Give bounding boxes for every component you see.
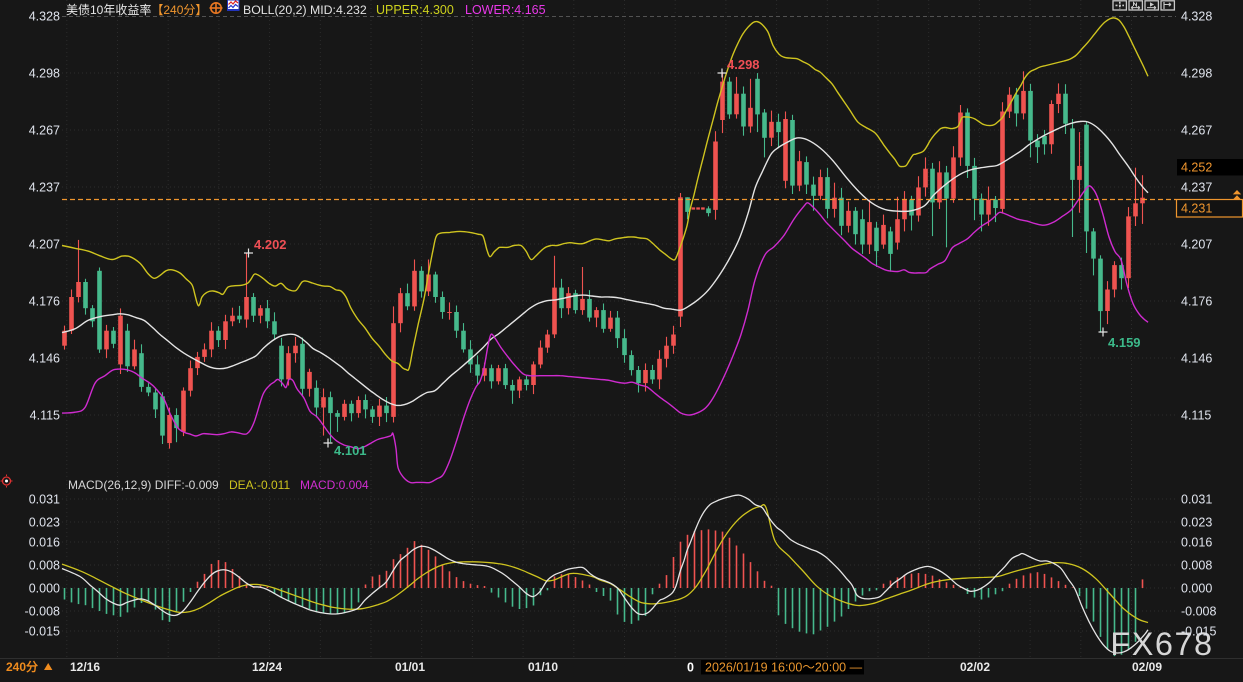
svg-text:12/24: 12/24 xyxy=(252,660,282,674)
svg-text:0.000: 0.000 xyxy=(29,582,60,596)
svg-text:MACD:0.004: MACD:0.004 xyxy=(300,478,369,492)
svg-text:-0.008: -0.008 xyxy=(25,605,60,619)
svg-text:0.000: 0.000 xyxy=(1181,582,1212,596)
svg-text:4.298: 4.298 xyxy=(1181,67,1212,81)
svg-text:2026/01/19 16:00～20:00 —: 2026/01/19 16:00～20:00 — xyxy=(705,661,863,675)
svg-text:-0.015: -0.015 xyxy=(25,625,60,639)
svg-text:0: 0 xyxy=(687,661,694,675)
svg-text:4.115: 4.115 xyxy=(30,409,60,423)
svg-text:0.031: 0.031 xyxy=(29,493,60,507)
svg-text:-0.008: -0.008 xyxy=(1181,605,1216,619)
svg-text:4.176: 4.176 xyxy=(29,295,60,309)
svg-text:4.202: 4.202 xyxy=(254,237,287,252)
svg-text:0.008: 0.008 xyxy=(1181,559,1212,573)
svg-text:4.146: 4.146 xyxy=(29,352,60,366)
svg-text:4.237: 4.237 xyxy=(1181,181,1212,195)
svg-text:4.207: 4.207 xyxy=(29,238,60,252)
svg-text:0.023: 0.023 xyxy=(29,516,60,530)
svg-text:美债10年收益率【240分】: 美债10年收益率【240分】 xyxy=(66,2,207,17)
svg-text:4.328: 4.328 xyxy=(29,10,60,24)
svg-text:UPPER:4.300: UPPER:4.300 xyxy=(376,3,454,17)
svg-text:4.231: 4.231 xyxy=(1181,202,1212,216)
svg-text:4.159: 4.159 xyxy=(1108,335,1141,350)
svg-text:MACD(26,12,9) DIFF:-0.009: MACD(26,12,9) DIFF:-0.009 xyxy=(68,478,219,492)
svg-text:4.328: 4.328 xyxy=(1181,10,1212,24)
svg-text:4.115: 4.115 xyxy=(1181,409,1211,423)
svg-text:4.267: 4.267 xyxy=(1181,124,1212,138)
svg-text:4.252: 4.252 xyxy=(1181,161,1212,175)
svg-text:4.298: 4.298 xyxy=(29,67,60,81)
svg-text:4.207: 4.207 xyxy=(1181,238,1212,252)
svg-text:4.298: 4.298 xyxy=(727,57,760,72)
svg-text:4.237: 4.237 xyxy=(29,181,60,195)
svg-text:DEA:-0.011: DEA:-0.011 xyxy=(229,478,290,492)
svg-text:02/09: 02/09 xyxy=(1132,660,1162,674)
svg-text:0.023: 0.023 xyxy=(1181,516,1212,530)
svg-text:0.016: 0.016 xyxy=(29,536,60,550)
svg-text:02/02: 02/02 xyxy=(960,660,990,674)
svg-text:-0.015: -0.015 xyxy=(1181,625,1216,639)
svg-text:LOWER:4.165: LOWER:4.165 xyxy=(465,3,546,17)
svg-text:01/01: 01/01 xyxy=(395,660,425,674)
svg-text:0.008: 0.008 xyxy=(29,559,60,573)
svg-text:12/16: 12/16 xyxy=(70,660,100,674)
svg-text:4.101: 4.101 xyxy=(334,443,367,458)
svg-text:01/10: 01/10 xyxy=(528,660,558,674)
svg-text:0.031: 0.031 xyxy=(1181,493,1212,507)
svg-text:BOLL(20,2) MID:4.232: BOLL(20,2) MID:4.232 xyxy=(243,3,367,17)
svg-text:4.176: 4.176 xyxy=(1181,295,1212,309)
svg-text:4.267: 4.267 xyxy=(29,124,60,138)
svg-text:4.146: 4.146 xyxy=(1181,352,1212,366)
svg-text:0.016: 0.016 xyxy=(1181,536,1212,550)
svg-text:240分: 240分 xyxy=(6,659,38,674)
